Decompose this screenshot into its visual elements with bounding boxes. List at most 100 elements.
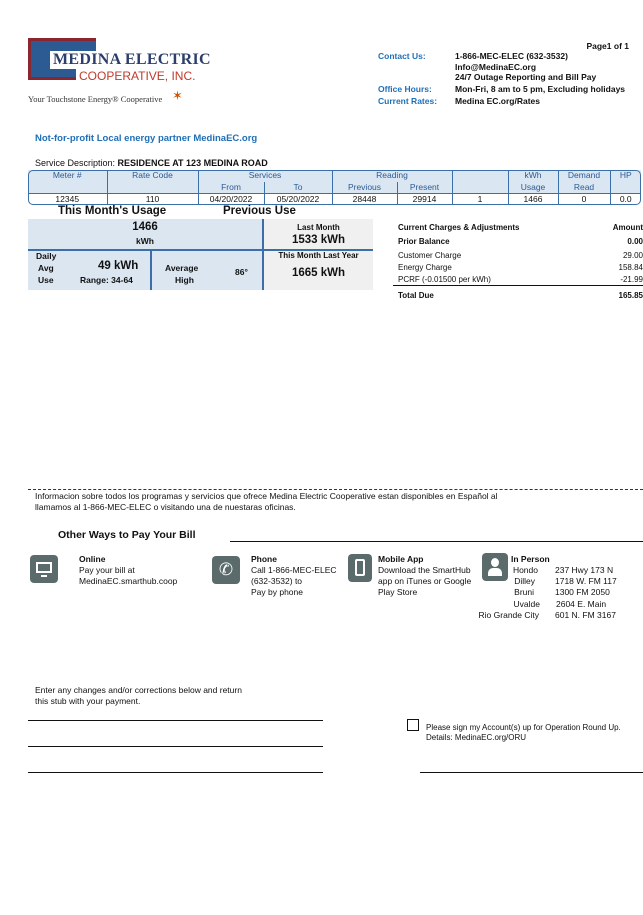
cell-kwh-usage: 1466 (507, 193, 558, 205)
contact-phone: 1-866-MEC-ELEC (632-3532) (455, 51, 568, 61)
subheader-usage: Usage (507, 181, 558, 193)
table-row: 12345 110 04/20/2022 05/20/2022 28448 29… (28, 193, 641, 205)
total-due-label: Total Due (398, 291, 434, 300)
use-label: Use (38, 275, 54, 285)
header-kwh: kWh (507, 170, 558, 182)
office-city: Rio Grande City (478, 610, 539, 620)
tagline: Your Touchstone Energy® Cooperative (28, 94, 163, 104)
average-label: Average (165, 263, 199, 273)
daily-avg-value: 49 kWh (98, 260, 139, 272)
charge-label: Prior Balance (398, 237, 450, 246)
hours-value: Mon-Fri, 8 am to 5 pm, Excluding holiday… (455, 84, 626, 94)
correction-line-2[interactable] (28, 746, 323, 747)
daily-range: Range: 34-64 (80, 275, 133, 285)
charges-header: Current Charges & Adjustments (398, 223, 520, 232)
contact-label: Contact Us: (378, 51, 426, 61)
office-address: 237 Hwy 173 N (555, 565, 614, 575)
roundup-checkbox[interactable] (407, 719, 419, 731)
charge-amount: -21.99 (620, 275, 643, 284)
roundup-details: Details: MedinaEC.org/ORU (426, 733, 527, 742)
subheader-present: Present (396, 181, 452, 193)
last-month-value: 1533 kWh (291, 234, 346, 246)
phone-text: (632-3532) to (251, 576, 303, 586)
mobile-title: Mobile App (378, 554, 424, 564)
page-number: Page1 of 1 (586, 41, 629, 51)
office-city: Hondo (512, 565, 538, 575)
office-address: 1300 FM 2050 (555, 587, 610, 597)
in-person-title: In Person (511, 554, 550, 564)
cell-rate-code: 110 (106, 193, 198, 205)
company-name: MEDINA ELECTRIC (50, 51, 214, 69)
service-value: RESIDENCE AT 123 MEDINA ROAD (117, 158, 268, 168)
monitor-icon (30, 555, 58, 583)
cell-multiplier: 1 (451, 193, 508, 205)
previous-use-title: Previous Use (223, 205, 296, 217)
touchstone-icon: ✶ (172, 88, 183, 103)
avg-label: Avg (38, 263, 54, 273)
charge-amount: 0.00 (627, 237, 643, 246)
subheader-read: Read (557, 181, 610, 193)
correction-line-1[interactable] (28, 720, 323, 721)
mobile-text: Play Store (378, 587, 418, 597)
online-text: Pay your bill at (79, 565, 135, 575)
stub-instructions-1: Enter any changes and/or corrections bel… (35, 685, 242, 695)
last-year-value: 1665 kWh (291, 267, 346, 279)
service-label: Service Description: (35, 158, 116, 168)
daily-label: Daily (36, 251, 57, 261)
rates-label: Current Rates: (378, 96, 438, 106)
office-address: 2604 E. Main (556, 599, 607, 609)
total-due-amount: 165.85 (618, 291, 643, 300)
company-name-sub: COOPERATIVE, INC. (76, 69, 199, 83)
meter-table: Meter # Rate Code Services Reading kWh D… (28, 170, 641, 205)
rates-value[interactable]: Medina EC.org/Rates (455, 96, 540, 106)
roundup-text: Please sign my Account(s) up for Operati… (426, 723, 621, 732)
last-month-label: Last Month (297, 223, 340, 232)
office-city: Uvalde (513, 599, 540, 609)
tear-line (28, 489, 643, 490)
office-city: Bruni (514, 587, 534, 597)
header-meter: Meter # (28, 170, 107, 182)
spanish-notice-1: Informacion sobre todos los programas y … (35, 491, 498, 501)
service-description: Service Description: RESIDENCE AT 123 ME… (35, 158, 268, 168)
header-rate-code: Rate Code (106, 170, 198, 182)
charge-label: Energy Charge (398, 263, 452, 272)
spanish-notice-2: llamamos al 1-866-MEC-ELEC o visitando u… (35, 502, 296, 512)
hours-label: Office Hours: (378, 84, 432, 94)
cell-to: 05/20/2022 (263, 193, 332, 205)
stub-instructions-2: this stub with your payment. (35, 696, 141, 706)
correction-line-3[interactable] (28, 772, 323, 773)
high-label: High (175, 275, 194, 285)
cell-hp: 0.0 (609, 193, 641, 205)
pay-title: Other Ways to Pay Your Bill (58, 529, 196, 541)
online-title: Online (79, 554, 106, 564)
usage-kwh-unit: kWh (136, 236, 154, 246)
charge-amount: 29.00 (622, 251, 643, 260)
signature-line[interactable] (420, 772, 643, 773)
header-reading: Reading (331, 170, 452, 182)
phone-text: Pay by phone (251, 587, 303, 597)
header-demand: Demand (557, 170, 610, 182)
subheader-from: From (197, 181, 264, 193)
header-services: Services (197, 170, 332, 182)
phone-text: Call 1-866-MEC-ELEC (251, 565, 337, 575)
cell-previous: 28448 (331, 193, 397, 205)
online-link[interactable]: MedinaEC.smarthub.coop (79, 576, 177, 586)
last-year-label: This Month Last Year (278, 251, 359, 260)
cell-present: 29914 (396, 193, 452, 205)
contact-note: 24/7 Outage Reporting and Bill Pay (455, 72, 597, 82)
usage-kwh-value: 1466 (132, 221, 158, 233)
phone-icon: ✆ (212, 556, 240, 584)
this-month-title: This Month's Usage (58, 205, 167, 217)
subheader-previous: Previous (331, 181, 397, 193)
cell-meter: 12345 (55, 193, 80, 204)
header-hp: HP (609, 170, 641, 182)
charge-amount: 158.84 (618, 263, 643, 272)
amount-header: Amount (612, 223, 643, 232)
header-blank (451, 170, 508, 182)
subheader-to: To (263, 181, 332, 193)
charge-label: Customer Charge (398, 251, 462, 260)
office-city: Dilley (514, 576, 535, 586)
contact-email[interactable]: Info@MedinaEC.org (455, 62, 536, 72)
slogan: Not-for-profit Local energy partner Medi… (35, 133, 258, 144)
mobile-icon (348, 554, 372, 582)
